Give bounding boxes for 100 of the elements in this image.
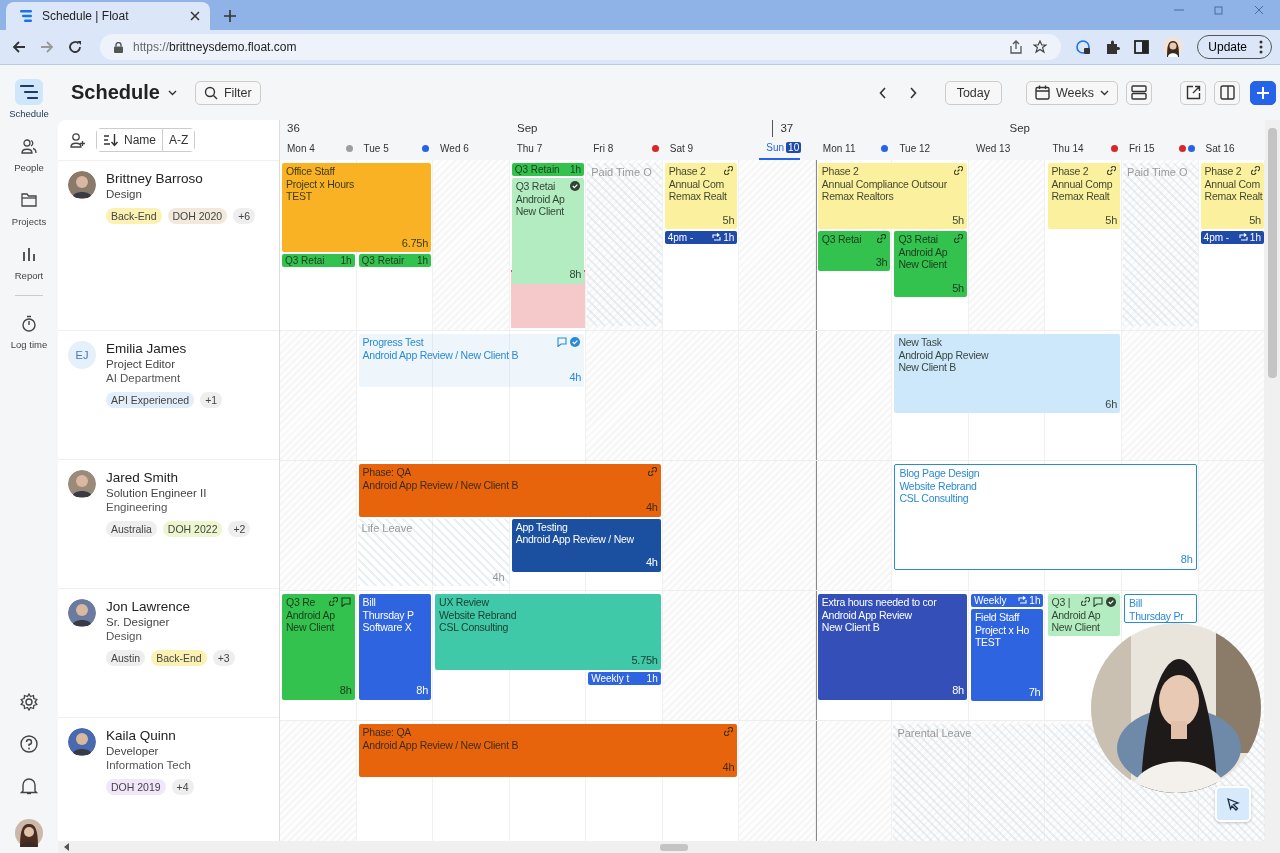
hours-label: 8h — [416, 684, 429, 697]
task-bar[interactable]: Q3 Retai 1h — [282, 254, 355, 268]
day-label: Sat 9 — [669, 143, 694, 154]
task-text: Android App Review / New Client B — [362, 348, 519, 361]
task-block[interactable]: Q3 | Android Ap New Client — [1047, 594, 1121, 636]
person-role: Sr. Designer — [106, 616, 171, 628]
task-text: Q3 Retai — [898, 233, 938, 246]
hours-label: 8h — [569, 268, 582, 281]
person-name[interactable]: Jared Smith — [106, 470, 251, 485]
task-bar[interactable]: Weekly t 1h — [588, 671, 661, 685]
nav-item[interactable]: People — [1, 133, 57, 173]
person-department: Information Tech — [106, 759, 192, 771]
task-text: Android Ap — [1051, 608, 1101, 621]
task-text: Q3 Re — [286, 596, 316, 609]
day-label: Sat 16 — [1205, 143, 1235, 154]
hours-label: 3h — [875, 255, 888, 268]
person-role: Design — [106, 188, 143, 200]
nav-item[interactable]: Log time — [1, 310, 57, 350]
task-block[interactable]: Bill Thursday P Software X 8h — [358, 594, 432, 700]
tag: DOH 2022 — [162, 521, 223, 537]
tag: API Experienced — [106, 392, 195, 408]
month-label: Sep — [517, 122, 538, 136]
tag: DOH 2020 — [167, 208, 228, 224]
nav-item[interactable]: Schedule — [1, 79, 57, 119]
task-text: CSL Consulting — [899, 492, 969, 505]
task-text: Remax Realt — [1204, 190, 1263, 203]
day-label: Mon 4 — [287, 143, 315, 154]
task-block[interactable]: UX Review Website Rebrand CSL Consulting 5.75h — [435, 594, 661, 670]
person-department: Design — [106, 630, 143, 642]
hours-label: 4h — [646, 501, 658, 514]
task-text: Phase 2 — [1051, 165, 1089, 178]
task-block[interactable]: Phase 2 Annual Comp Remax Realt 5h — [1047, 163, 1121, 229]
hours-label: 6.75h — [401, 236, 429, 250]
task-bar[interactable]: Q3 Retair 1h — [358, 254, 432, 268]
task-text: Software X — [362, 621, 412, 634]
task-bar[interactable]: 4pm - 1h — [664, 231, 738, 244]
person-role: Solution Engineer II — [106, 487, 208, 499]
task-block[interactable]: Phase: QA Android App Review / New Client B 4h — [358, 464, 661, 517]
hours-label: 5h — [952, 213, 964, 226]
address-field[interactable]: https://brittneysdemo.float.com — [100, 34, 1062, 60]
task-block[interactable]: Phase 2 Annual Com Remax Realt 5h — [1200, 163, 1264, 229]
task-bar[interactable]: Q3 Retain 1h — [511, 163, 585, 176]
filter-button[interactable]: Filter — [194, 80, 261, 105]
task-block[interactable]: Q3 Retai Android Ap New Client 5h — [894, 231, 967, 297]
tag: +4 — [171, 779, 194, 795]
time-off-label: Paid Time O — [591, 166, 653, 178]
task-text: Extra hours needed to cor — [821, 596, 937, 609]
day-label: Wed 6 — [440, 143, 469, 154]
task-text: Phase: QA — [362, 466, 412, 479]
today-button[interactable]: Today — [944, 80, 1002, 105]
view-dropdown[interactable]: Weeks — [1026, 80, 1118, 105]
task-block[interactable]: New Task Android App Review New Client B 6h — [894, 334, 1121, 414]
hours-label: 7h — [1028, 685, 1041, 699]
task-text: Phase: QA — [362, 726, 412, 739]
task-block[interactable]: Bill Thursday Pr — [1124, 594, 1197, 623]
hours-label: 4h — [722, 761, 735, 774]
day-label: Wed 13 — [975, 143, 1011, 154]
task-text: Office Staff — [286, 165, 335, 178]
task-block[interactable]: Blog Page Design Website Rebrand CSL Consulting 8h — [894, 464, 1197, 570]
task-text: New Client B — [821, 621, 880, 634]
person-name[interactable]: Emilia James — [106, 341, 223, 356]
browser-tab[interactable]: Schedule | Float — [6, 2, 210, 30]
hours-label: 5h — [952, 281, 964, 294]
person-name[interactable]: Jon Lawrence — [106, 599, 235, 614]
person-name[interactable]: Brittney Barroso — [106, 171, 256, 186]
person-name[interactable]: Kaila Quinn — [106, 728, 194, 743]
hours-label: 6h — [1105, 397, 1118, 411]
task-block[interactable]: Phase 2 Annual Com Remax Realt 5h — [664, 163, 738, 229]
hours-label: 8h — [952, 684, 964, 697]
day-label: Fri 8 — [593, 143, 614, 154]
task-block[interactable]: Q3 Retai 3h — [817, 231, 891, 271]
task-text: Remax Realtors — [821, 190, 894, 203]
task-text: New Client — [1051, 621, 1100, 634]
task-block[interactable]: Phase 2 Annual Compliance Outsour Remax Realtors 5h — [817, 163, 967, 229]
tag: Back-End — [106, 208, 162, 224]
task-bar[interactable]: 4pm - 1h — [1200, 231, 1264, 244]
task-text: Android App Review — [821, 608, 912, 621]
tag: +6 — [233, 208, 256, 224]
time-off-label: Paid Time O — [1127, 166, 1189, 178]
sort-order-button[interactable]: A-Z — [162, 129, 195, 151]
tag: Australia — [106, 521, 157, 537]
hours-label: 5h — [1105, 213, 1118, 226]
task-block[interactable]: Progress Test Android App Review / New Client B 4h — [358, 334, 585, 387]
task-bar[interactable]: Weekly 1h — [970, 594, 1044, 607]
task-block[interactable]: Extra hours needed to cor Android App Review New Client B 8h — [817, 594, 967, 700]
avatar: EJ — [68, 341, 96, 369]
nav-item[interactable]: Projects — [1, 187, 57, 227]
task-text: Android App Review / New — [515, 533, 634, 546]
task-block[interactable]: Office Staff Project x Hours TEST 6.75h — [282, 163, 432, 253]
task-text: New Client — [286, 621, 335, 634]
hours-label: 4h — [646, 556, 658, 569]
update-button[interactable]: Update — [1197, 35, 1272, 59]
task-block[interactable]: Q3 Retai Android Ap New Client 8h — [511, 178, 585, 284]
nav-item[interactable]: Report — [1, 241, 57, 281]
task-block[interactable]: Q3 Re Android Ap New Client 8h — [282, 594, 355, 700]
task-text: UX Review — [439, 596, 489, 609]
task-block[interactable]: Phase: QA Android App Review / New Client B 4h — [358, 724, 738, 777]
task-block[interactable]: Field Staff Project x Ho TEST 7h — [970, 609, 1044, 702]
task-text: Website Rebrand — [899, 479, 977, 492]
task-block[interactable]: App Testing Android App Review / New 4h — [511, 518, 661, 572]
